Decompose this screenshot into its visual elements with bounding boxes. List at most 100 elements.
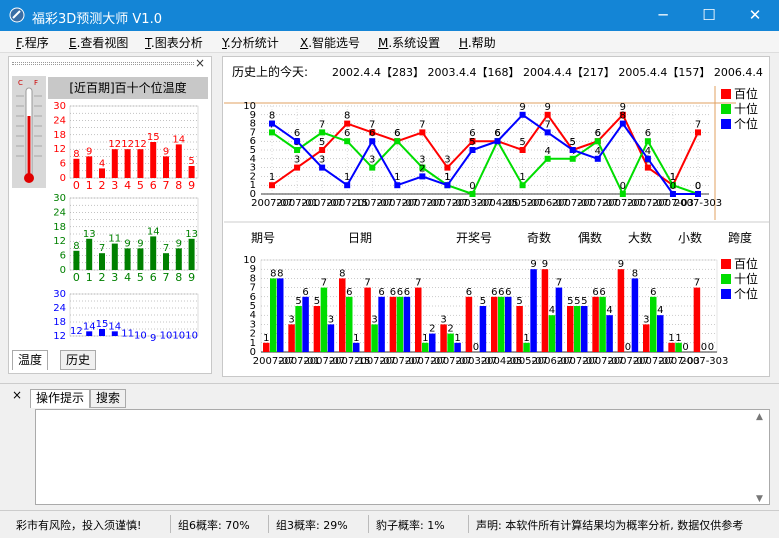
panel-grip[interactable] <box>12 62 194 65</box>
temp-bar <box>175 144 182 178</box>
point-label: 7 <box>419 119 425 130</box>
pos-bar <box>465 296 473 352</box>
temp-bar-label: 14 <box>147 226 160 237</box>
temp-x-label: 7 <box>163 271 170 284</box>
pos-bar <box>389 296 397 352</box>
point-label: 4 <box>645 146 651 157</box>
temp-y-tick: 30 <box>53 289 66 300</box>
left-panel-close-icon[interactable]: × <box>195 56 205 70</box>
menu-chart-analysis[interactable]: T.图表分析 <box>145 34 203 51</box>
minimize-button[interactable]: ─ <box>640 0 686 31</box>
temp-x-label: 2 <box>99 271 106 284</box>
menu-view[interactable]: E.查看视图 <box>69 34 128 51</box>
temp-bar-label: 12 <box>70 326 83 337</box>
temp-bar <box>73 158 80 178</box>
col-big: 大数 <box>628 231 653 245</box>
point-label: 6 <box>645 128 651 139</box>
temp-x-label: 3 <box>111 179 118 192</box>
title-bar: 福彩3D预测大师 V1.0 ─ ☐ ✕ <box>0 0 779 31</box>
point-label: 6 <box>595 128 601 139</box>
temp-y-tick: 18 <box>53 317 66 328</box>
bar-value-label: 3 <box>371 314 377 325</box>
close-button[interactable]: ✕ <box>732 0 778 31</box>
point-label: 3 <box>444 155 450 166</box>
temp-x-label: 9 <box>188 271 195 284</box>
bar-value-label: 5 <box>567 296 573 307</box>
point-label: 0 <box>670 181 676 192</box>
line-x-label: 2007-303 <box>674 198 722 209</box>
pos-bar <box>353 342 360 352</box>
pos-bar <box>415 287 422 352</box>
pos-bar <box>454 342 461 352</box>
tab-search[interactable]: 搜索 <box>90 389 127 408</box>
pos-bar <box>491 296 498 352</box>
legend-swatch <box>721 289 731 299</box>
pos-bar <box>371 324 378 352</box>
bar-value-label: 8 <box>270 268 276 279</box>
menu-smart-select[interactable]: X.智能选号 <box>300 34 360 51</box>
bar-value-label: 7 <box>364 278 370 289</box>
scroll-down-icon[interactable]: ▼ <box>756 494 763 504</box>
temp-bar-label: 10 <box>160 331 173 342</box>
bar-value-label: 0 <box>473 342 479 353</box>
history-today-text: 2002.4.4【283】 2003.4.4【168】 2004.4.4【217… <box>332 66 763 79</box>
bar-value-label: 5 <box>516 296 522 307</box>
temp-x-label: 9 <box>188 179 195 192</box>
bar-value-label: 1 <box>668 333 674 344</box>
temp-bar-label: 7 <box>99 243 105 254</box>
bar-value-label: 0 <box>708 342 714 353</box>
output-close-icon[interactable]: × <box>12 388 22 402</box>
pos-line-chart: 0123456789101358767366595693177576363106… <box>243 86 758 209</box>
temperature-chart-title: [近百期]百十个位温度 <box>48 77 208 99</box>
temp-x-label: 8 <box>175 179 182 192</box>
bar-value-label: 6 <box>498 287 504 298</box>
temp-x-label: 5 <box>137 271 144 284</box>
pos-bar <box>592 296 599 352</box>
scroll-up-icon[interactable]: ▲ <box>756 412 763 422</box>
series-line <box>271 113 699 187</box>
bar-value-label: 6 <box>390 287 396 298</box>
tab-history[interactable]: 历史 <box>60 350 97 370</box>
pos-bar <box>606 315 613 352</box>
pos-bar <box>548 315 556 352</box>
bar-value-label: 7 <box>415 278 421 289</box>
temp-bar <box>99 329 105 336</box>
thermo-c-label: C <box>18 79 23 87</box>
tips-text-area[interactable] <box>35 409 770 505</box>
pos-bar <box>277 278 284 352</box>
temperature-charts: 0612182430809142123124125156971485906121… <box>53 101 199 344</box>
pos-bar <box>650 296 657 352</box>
menu-help[interactable]: H.帮助 <box>459 34 496 51</box>
maximize-button[interactable]: ☐ <box>686 0 732 31</box>
bar-value-label: 0 <box>682 342 688 353</box>
point-label: 9 <box>544 102 550 113</box>
status-group3: 组3概率: 29% <box>276 519 348 532</box>
temp-x-label: 4 <box>124 179 131 192</box>
point-label: 7 <box>695 119 701 130</box>
menu-settings[interactable]: M.系统设置 <box>378 34 440 51</box>
menu-program[interactable]: F.程序 <box>16 34 49 51</box>
temp-bar-label: 9 <box>124 238 130 249</box>
point-label: 7 <box>544 119 550 130</box>
pos-bar <box>429 333 436 352</box>
pos-bar-chart: 01234567891018 82007-073562007-015732007-… <box>243 255 758 367</box>
point-label: 1 <box>519 172 525 183</box>
temp-bar-label: 9 <box>86 146 92 157</box>
temp-bar-label: 12 <box>108 139 121 150</box>
tab-temperature[interactable]: 温度 <box>12 350 49 370</box>
temp-bar-label: 9 <box>150 333 156 344</box>
tab-tips[interactable]: 操作提示 <box>30 389 91 408</box>
point-label: 1 <box>344 172 350 183</box>
series-line <box>271 113 698 195</box>
pos-bar <box>631 278 639 352</box>
pos-bar <box>567 306 574 352</box>
point-label: 1 <box>269 172 275 183</box>
bar-value-label: 9 <box>618 259 624 270</box>
menu-statistics[interactable]: Y.分析统计 <box>222 34 279 51</box>
temp-y-tick: 18 <box>53 130 66 141</box>
temp-y-tick: 12 <box>53 236 66 247</box>
temp-chart-1: 0612182430801317211394951467798139 <box>53 193 199 284</box>
pos-bar <box>447 333 454 352</box>
pos-bar <box>302 296 309 352</box>
temp-bar-label: 11 <box>121 328 134 339</box>
